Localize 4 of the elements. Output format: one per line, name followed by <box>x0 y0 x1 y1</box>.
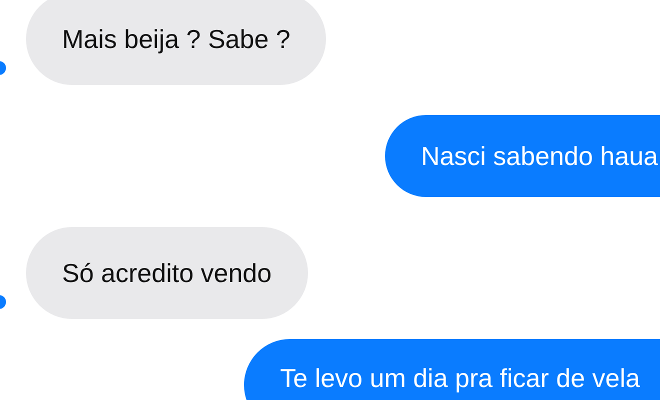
sent-message-bubble: Nasci sabendo haua <box>384 115 660 197</box>
sent-message-bubble: Te levo um dia pra ficar de vela <box>244 339 660 400</box>
received-message-bubble: Só acredito vendo <box>26 227 308 319</box>
received-message-bubble: Mais beija ? Sabe ? <box>26 0 326 85</box>
